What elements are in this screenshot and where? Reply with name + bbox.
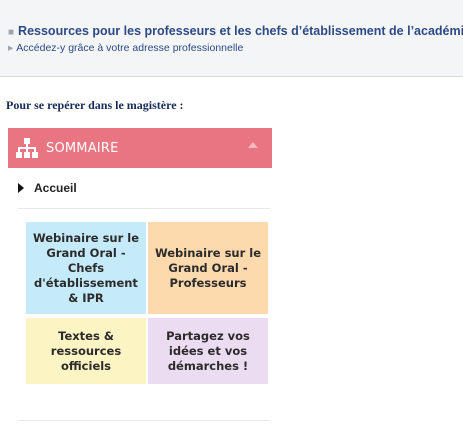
divider <box>18 420 270 421</box>
tile-label: Partagez vos idées et vos démarches ! <box>166 328 250 373</box>
resources-link[interactable]: ■ Ressources pour les professeurs et les … <box>8 24 463 38</box>
arrow-right-icon: ▸ <box>8 42 14 54</box>
tile-label: Webinaire sur le Grand Oral - Professeur… <box>154 245 262 290</box>
sommaire-title: SOMMAIRE <box>46 140 119 156</box>
tile-partagez-idees[interactable]: Partagez vos idées et vos démarches ! <box>148 318 268 384</box>
square-bullet-icon: ■ <box>8 27 15 38</box>
resources-panel: ■ Ressources pour les professeurs et les … <box>0 0 463 77</box>
sitemap-icon <box>16 138 38 158</box>
triangle-right-icon <box>18 183 24 193</box>
resources-link-label[interactable]: Ressources pour les professeurs et les c… <box>18 24 463 38</box>
tile-label: Textes & ressources officiels <box>50 328 122 373</box>
tile-webinaire-professeurs[interactable]: Webinaire sur le Grand Oral - Professeur… <box>148 222 268 314</box>
nav-item-accueil[interactable]: Accueil <box>18 181 77 195</box>
tile-webinaire-chefs[interactable]: Webinaire sur le Grand Oral - Chefs d'ét… <box>26 222 146 314</box>
tile-textes-ressources[interactable]: Textes & ressources officiels <box>26 318 146 384</box>
sommaire-header[interactable]: SOMMAIRE <box>8 128 272 168</box>
chevron-up-icon[interactable] <box>248 142 258 148</box>
divider <box>18 208 270 209</box>
section-heading: Pour se repérer dans le magistère : <box>6 98 184 112</box>
access-link[interactable]: ▸ Accédez-y grâce à votre adresse profess… <box>8 42 243 54</box>
nav-item-accueil-label[interactable]: Accueil <box>34 181 77 195</box>
access-link-label[interactable]: Accédez-y grâce à votre adresse professi… <box>16 42 243 54</box>
tile-label: Webinaire sur le Grand Oral - Chefs d'ét… <box>32 230 140 305</box>
